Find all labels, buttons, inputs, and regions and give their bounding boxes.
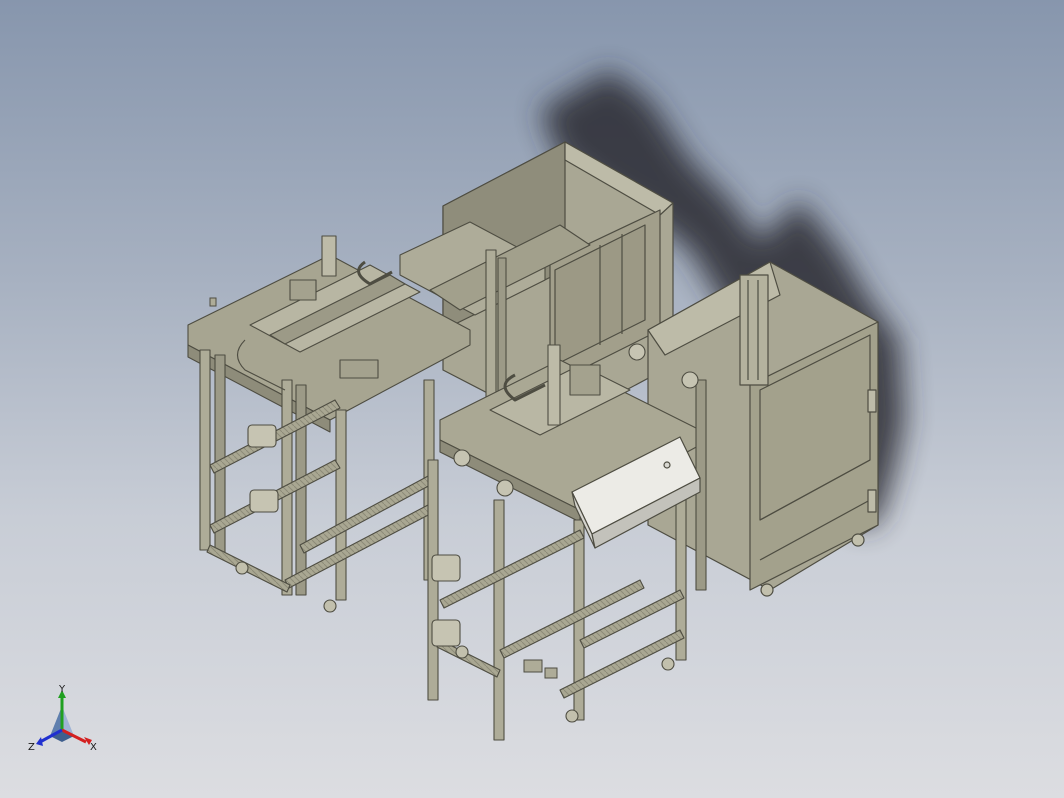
y-axis-label: Y (58, 684, 66, 695)
coordinate-triad: Y X Z (28, 684, 97, 753)
z-axis-label: Z (28, 742, 35, 753)
x-axis-label: X (90, 742, 97, 753)
z-axis-arrow (36, 737, 43, 746)
3d-viewport[interactable]: Y X Z (0, 0, 1064, 798)
machine-assembly-model[interactable] (0, 0, 1064, 798)
